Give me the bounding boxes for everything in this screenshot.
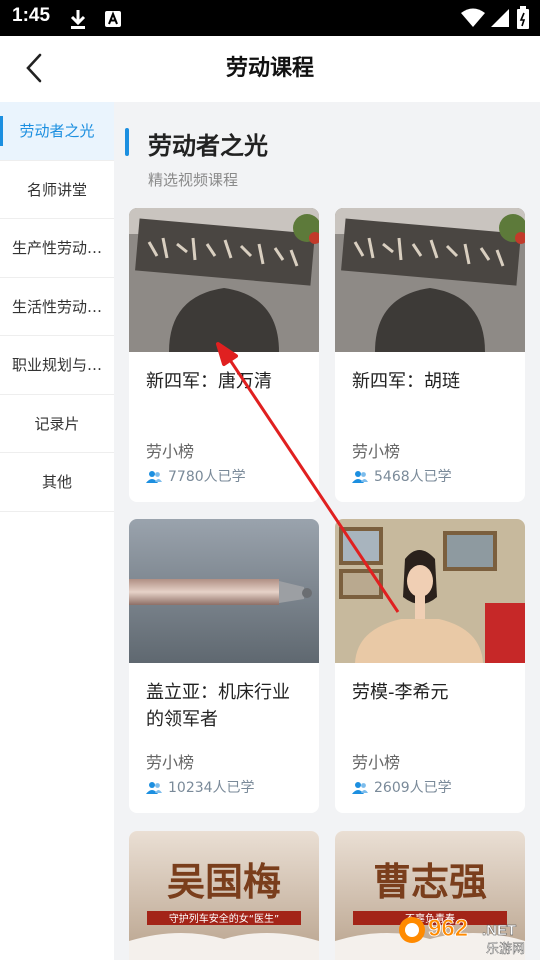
course-title: 劳模-李希元 — [352, 682, 449, 703]
wifi-icon — [461, 8, 485, 27]
battery-icon — [517, 6, 529, 29]
thumbnail-title-text: 曹志强 — [373, 859, 487, 904]
learner-count-text: 10234人已学 — [168, 780, 255, 796]
learner-count-text: 2609人已学 — [374, 780, 452, 796]
status-time: 1:45 — [12, 5, 51, 26]
learner-count: 10234人已学 — [146, 777, 255, 797]
sidebar-item-career-planning[interactable]: 职业规划与… — [0, 336, 114, 395]
page-title: 劳动课程 — [225, 56, 314, 81]
course-content: 劳动者之光 精选视频课程 新四军：唐万清 劳小榜 7780人已学 新四军：胡琏 … — [114, 102, 540, 960]
course-title: 盖立亚：机床行业的领军者 — [146, 682, 290, 730]
watermark-brand: 962 — [428, 915, 468, 942]
sidebar-item-label: 名师讲堂 — [26, 180, 87, 199]
sidebar-item-label: 记录片 — [34, 414, 80, 433]
app-header: 劳动课程 — [0, 36, 540, 102]
course-title: 新四军：唐万清 — [146, 371, 272, 392]
course-card[interactable]: 劳模-李希元 劳小榜 2609人已学 — [335, 519, 525, 813]
chevron-left-icon — [26, 53, 42, 83]
course-card[interactable]: 吴国梅 守护列车安全的女“医生” — [129, 831, 319, 960]
sidebar-item-label: 其他 — [41, 473, 72, 492]
status-bar: 1:45 — [0, 0, 540, 36]
sidebar-item-label: 职业规划与… — [11, 356, 102, 375]
course-card[interactable]: 新四军：唐万清 劳小榜 7780人已学 — [129, 208, 319, 502]
learner-count: 2609人已学 — [352, 777, 452, 797]
course-card[interactable]: 新四军：胡琏 劳小榜 5468人已学 — [335, 208, 525, 502]
course-thumbnail-image — [129, 208, 319, 352]
thumbnail-caption-text: 守护列车安全的女“医生” — [169, 912, 279, 925]
sidebar-item-master-lectures[interactable]: 名师讲堂 — [0, 161, 114, 219]
category-sidebar: 劳动者之光 名师讲堂 生产性劳动… 生活性劳动… 职业规划与… 记录片 其他 — [0, 102, 114, 960]
course-card[interactable]: 盖立亚：机床行业的领军者 劳小榜 10234人已学 — [129, 519, 319, 813]
sidebar-item-workers-light[interactable]: 劳动者之光 — [0, 102, 114, 161]
learner-count-text: 7780人已学 — [168, 469, 246, 485]
sidebar-item-label: 生活性劳动… — [11, 297, 102, 316]
app-notification-icon — [105, 11, 121, 27]
watermark-brand-suffix: .NET — [482, 922, 516, 939]
course-author: 劳小榜 — [352, 753, 401, 772]
thumbnail-title-text: 吴国梅 — [167, 859, 281, 904]
learner-count: 7780人已学 — [146, 466, 246, 486]
back-button[interactable] — [14, 48, 54, 88]
course-author: 劳小榜 — [352, 442, 401, 461]
section-title: 劳动者之光 — [148, 132, 268, 160]
course-thumbnail-image — [335, 519, 525, 663]
course-thumbnail-image: 吴国梅 守护列车安全的女“医生” — [129, 831, 319, 960]
cell-signal-icon — [491, 9, 509, 27]
sidebar-item-other[interactable]: 其他 — [0, 453, 114, 512]
learner-count-text: 5468人已学 — [374, 469, 452, 485]
sidebar-item-label: 生产性劳动… — [11, 239, 102, 258]
sidebar-item-productive-labor[interactable]: 生产性劳动… — [0, 219, 114, 278]
site-watermark: 962 .NET 乐游网 — [399, 915, 525, 956]
people-icon — [352, 470, 368, 483]
course-author: 劳小榜 — [146, 442, 195, 461]
course-title: 新四军：胡琏 — [352, 371, 460, 392]
people-icon — [146, 470, 162, 483]
section-accent-bar — [125, 128, 129, 156]
download-icon — [70, 10, 86, 29]
course-author: 劳小榜 — [146, 753, 195, 772]
sidebar-item-label: 劳动者之光 — [19, 122, 95, 141]
people-icon — [352, 781, 368, 794]
learner-count: 5468人已学 — [352, 466, 452, 486]
sidebar-item-documentary[interactable]: 记录片 — [0, 395, 114, 453]
course-thumbnail-image — [335, 208, 525, 352]
watermark-site: 乐游网 — [486, 942, 525, 956]
sidebar-item-life-labor[interactable]: 生活性劳动… — [0, 278, 114, 336]
section-subtitle: 精选视频课程 — [148, 171, 239, 189]
course-thumbnail-image — [129, 519, 319, 663]
people-icon — [146, 781, 162, 794]
